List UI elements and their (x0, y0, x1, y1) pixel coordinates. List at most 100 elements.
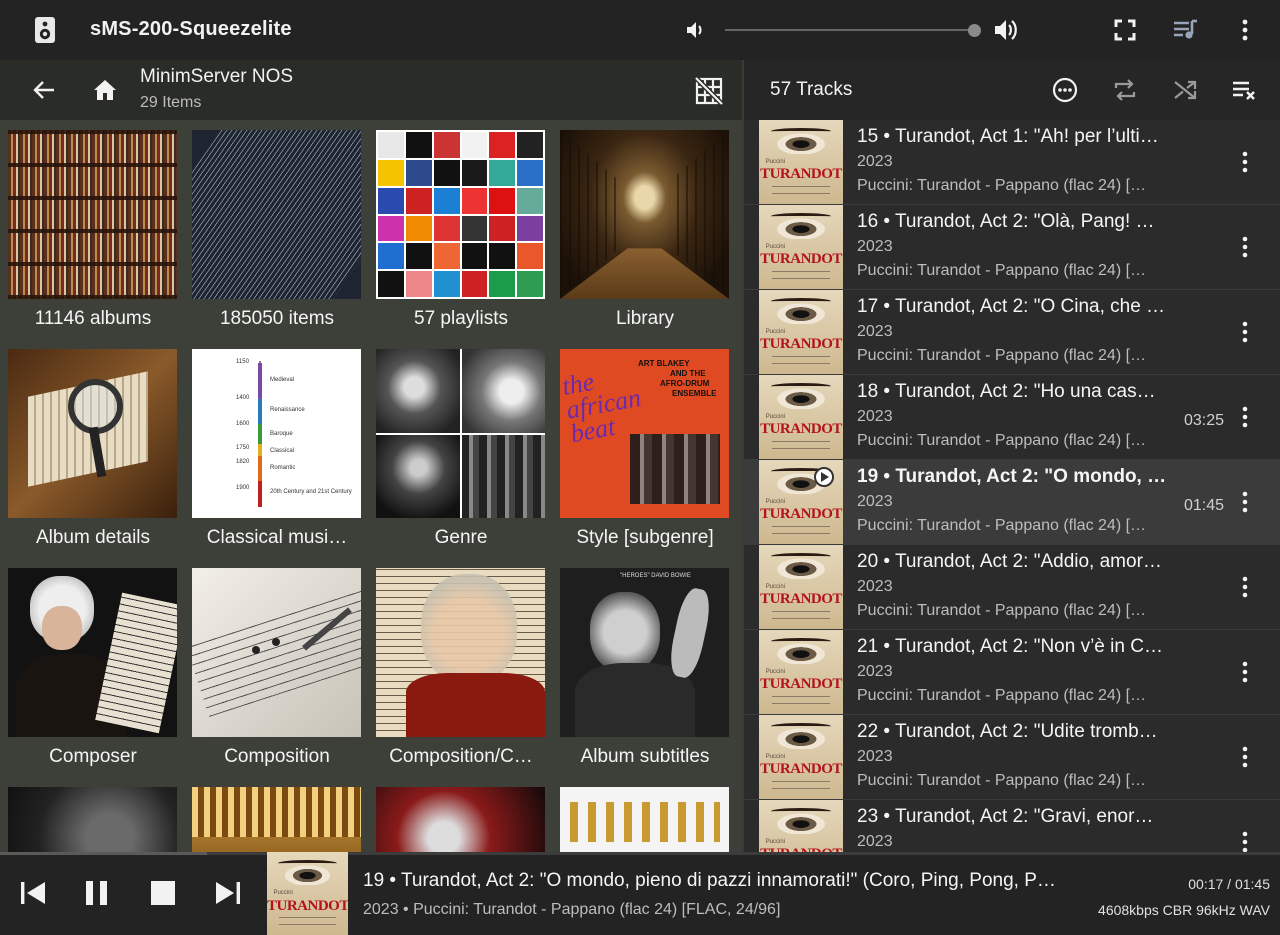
tile-row4-1[interactable] (8, 787, 177, 852)
volume-slider[interactable] (725, 29, 973, 31)
speaker-device-icon[interactable] (34, 16, 56, 44)
clear-queue-icon[interactable] (1231, 77, 1257, 103)
artwork-title: TURANDOT (760, 591, 842, 608)
track-year: 2023 (857, 153, 893, 170)
track-year: 2023 (857, 663, 893, 680)
track-artwork: PucciniTURANDOT (759, 460, 843, 544)
timeline-era-6: 20th Century and 21st Century (270, 489, 352, 495)
now-playing-time: 00:17 / 01:45 (1188, 876, 1270, 892)
now-playing-indicator-icon (814, 467, 834, 487)
shuffle-icon[interactable] (1172, 77, 1198, 103)
repeat-icon[interactable] (1112, 77, 1138, 103)
tile-composer[interactable]: Composer (8, 568, 177, 768)
tile-label: Album details (35, 527, 151, 548)
artwork-title: TURANDOT (760, 251, 842, 268)
heroes-title: "HEROES" DAVID BOWIE (620, 573, 691, 579)
fullscreen-icon[interactable] (1114, 19, 1136, 41)
now-playing-artwork[interactable]: Puccini TURANDOT (267, 852, 348, 935)
volume-down-icon[interactable] (685, 20, 707, 40)
artwork-title: TURANDOT (760, 506, 842, 523)
queue-track-row[interactable]: Puccini TURANDOT 15 • Turandot, Act 1: "Ah… (744, 120, 1280, 205)
artwork-composer: Puccini (765, 838, 786, 845)
tile-items[interactable]: 185050 items (192, 130, 361, 330)
track-title: 23 • Turandot, Act 2: "Gravi, enor… (857, 806, 1154, 827)
track-menu-icon[interactable] (1240, 575, 1250, 599)
tile-style-subgenre[interactable]: ART BLAKEY AND THE AFRO-DRUM ENSEMBLE th… (560, 349, 729, 549)
now-playing-title: 19 • Turandot, Act 2: "O mondo, pieno di… (363, 870, 1056, 891)
tile-library[interactable]: Library (560, 130, 729, 330)
top-bar: sMS-200-Squeezelite (0, 0, 1280, 60)
blakey-line3: AFRO-DRUM (660, 379, 710, 388)
genre-artwork (376, 349, 545, 518)
track-menu-icon[interactable] (1240, 745, 1250, 769)
pause-icon[interactable] (82, 878, 112, 908)
artwork-composer: Puccini (765, 413, 786, 420)
track-menu-icon[interactable] (1240, 150, 1250, 174)
track-album: Puccini: Turandot - Pappano (flac 24) [… (857, 262, 1147, 279)
tile-label: Genre (434, 527, 488, 548)
tile-classical-music[interactable]: 1150 1400 1600 1750 1820 1900 Medieval R… (192, 349, 361, 549)
track-year: 2023 (857, 748, 893, 765)
track-album: Puccini: Turandot - Pappano (flac 24) [… (857, 432, 1147, 449)
volume-up-icon[interactable] (993, 18, 1019, 42)
tile-composition-composer[interactable]: Composition/C… (376, 568, 545, 768)
track-album: Puccini: Turandot - Pappano (flac 24) [… (857, 177, 1147, 194)
queue-track-row[interactable]: Puccini TURANDOT 16 • Turandot, Act 2: "Ol… (744, 205, 1280, 290)
queue-track-row[interactable]: Puccini TURANDOT 21 • Turandot, Act 2: "No… (744, 630, 1280, 715)
tile-genre[interactable]: Genre (376, 349, 545, 549)
queue-actions-icon[interactable] (1052, 77, 1078, 103)
album-details-artwork (8, 349, 177, 518)
composition-artwork (192, 568, 361, 737)
now-playing-format: 4608kbps CBR 96kHz WAV (1098, 902, 1270, 918)
concert-hall-artwork (192, 787, 361, 852)
now-playing-subtitle: 2023 • Puccini: Turandot - Pappano (flac… (363, 901, 781, 918)
track-artwork: PucciniTURANDOT (759, 120, 843, 204)
queue-track-row[interactable]: Puccini TURANDOT 19 • Turandot, Act 2: "O … (744, 460, 1280, 545)
artwork-title: TURANDOT (267, 897, 348, 914)
track-title: 18 • Turandot, Act 2: "Ho una cas… (857, 381, 1156, 402)
track-menu-icon[interactable] (1240, 830, 1250, 852)
tile-album-details[interactable]: Album details (8, 349, 177, 549)
queue-track-row[interactable]: PucciniTURANDOT 23 • Turandot, Act 2: "Gr… (744, 800, 1280, 852)
previous-track-icon[interactable] (18, 878, 48, 908)
next-track-icon[interactable] (213, 878, 243, 908)
track-title: 17 • Turandot, Act 2: "O Cina, che … (857, 296, 1166, 317)
tile-albums[interactable]: 11146 albums (8, 130, 177, 330)
track-year: 2023 (857, 238, 893, 255)
home-icon[interactable] (92, 77, 118, 103)
tile-row4-4[interactable] (560, 787, 729, 852)
more-vert-icon[interactable] (1236, 18, 1254, 42)
tile-album-subtitles[interactable]: "HEROES" DAVID BOWIE Album subtitles (560, 568, 729, 768)
track-menu-icon[interactable] (1240, 660, 1250, 684)
tile-label: Composition (224, 746, 330, 767)
blakey-line2: AND THE (670, 369, 706, 378)
track-menu-icon[interactable] (1240, 235, 1250, 259)
stop-icon[interactable] (148, 878, 178, 908)
tile-composition[interactable]: Composition (192, 568, 361, 768)
tile-label: Composition/C… (389, 746, 533, 767)
play-queue-icon[interactable] (1172, 18, 1198, 42)
back-arrow-icon[interactable] (32, 78, 56, 102)
track-title: 15 • Turandot, Act 1: "Ah! per l’ulti… (857, 126, 1159, 147)
timeline-era-1: Medieval (270, 377, 295, 383)
grid-view-off-icon[interactable] (694, 76, 724, 106)
track-menu-icon[interactable] (1240, 490, 1250, 514)
queue-track-row[interactable]: Puccini TURANDOT 22 • Turandot, Act 2: "Ud… (744, 715, 1280, 800)
volume-slider-knob[interactable] (968, 24, 981, 37)
artwork-composer: Puccini (765, 158, 786, 165)
tile-label: 185050 items (219, 308, 335, 329)
composer-artwork (8, 568, 177, 737)
track-menu-icon[interactable] (1240, 320, 1250, 344)
queue-track-row[interactable]: Puccini TURANDOT 17 • Turandot, Act 2: "O … (744, 290, 1280, 375)
artwork-composer: Puccini (765, 583, 786, 590)
track-album: Puccini: Turandot - Pappano (flac 24) [… (857, 602, 1147, 619)
tile-row4-2[interactable] (192, 787, 361, 852)
track-title: 20 • Turandot, Act 2: "Addio, amor… (857, 551, 1162, 572)
track-menu-icon[interactable] (1240, 405, 1250, 429)
tile-playlists[interactable]: 57 playlists (376, 130, 545, 330)
timeline-year-2: 1400 (236, 395, 250, 401)
player-name[interactable]: sMS-200-Squeezelite (90, 18, 292, 41)
queue-track-row[interactable]: Puccini TURANDOT 20 • Turandot, Act 2: "Ad… (744, 545, 1280, 630)
queue-track-row[interactable]: Puccini TURANDOT 18 • Turandot, Act 2: "Ho… (744, 375, 1280, 460)
tile-row4-3[interactable] (376, 787, 545, 852)
